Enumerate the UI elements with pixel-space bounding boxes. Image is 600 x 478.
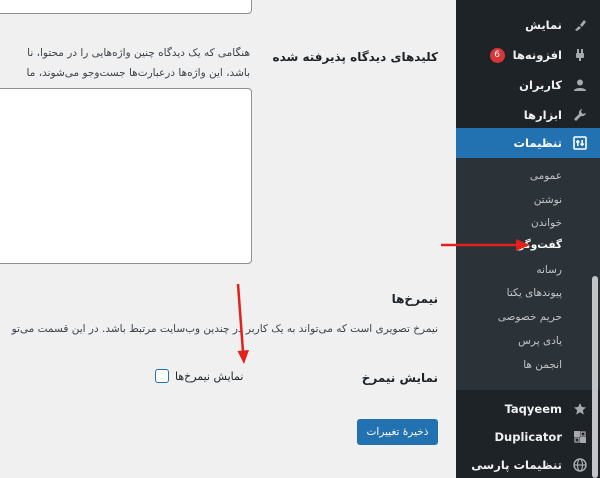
- menu-item-duplicator[interactable]: Duplicator: [456, 422, 600, 452]
- sidebar-scrollbar[interactable]: [592, 276, 598, 478]
- plugins-update-badge: 6: [489, 47, 505, 63]
- globe-icon: [572, 457, 588, 473]
- menu-label: تنظیمات: [513, 136, 563, 150]
- submenu-item-general[interactable]: عمومی: [530, 170, 562, 182]
- menu-item-taqyeem[interactable]: Taqyeem: [456, 394, 600, 424]
- menu-item-persian-settings[interactable]: تنظیمات پارسی: [456, 450, 600, 478]
- brush-icon: [572, 17, 588, 33]
- menu-label: افزونه‌ها: [512, 47, 562, 62]
- users-icon: [572, 77, 588, 93]
- menu-item-users[interactable]: کاربران: [456, 70, 600, 100]
- submenu-item-forums[interactable]: انجمن ها: [523, 359, 562, 371]
- accepted-keys-textarea[interactable]: [0, 88, 252, 264]
- menu-item-tools[interactable]: ابزارها: [456, 100, 600, 130]
- submenu-item-media[interactable]: رسانه: [536, 264, 562, 276]
- accepted-keys-label: کلیدهای دیدگاه پذیرفته شده: [272, 50, 439, 64]
- submenu-item-reading[interactable]: خواندن: [531, 217, 562, 229]
- show-avatars-checkbox-label[interactable]: نمایش نیمرخ‌ها: [175, 370, 243, 383]
- submenu-item-discussion[interactable]: گفت‌وگو: [518, 239, 562, 251]
- avatars-section-title: نیمرخ‌ها: [391, 292, 438, 306]
- settings-icon: [572, 135, 588, 151]
- submenu-item-writing[interactable]: نوشتن: [534, 194, 562, 206]
- submenu-item-privacy[interactable]: حریم خصوصی: [498, 311, 562, 323]
- settings-submenu: عمومی نوشتن خواندن گفت‌وگو رسانه پیوندها…: [456, 158, 600, 390]
- avatars-description: نیمرخ تصویری است که می‌تواند به یک کاربر…: [11, 323, 438, 335]
- accepted-keys-desc-line1: هنگامی که یک دیدگاه چنین واژه‌هایی را در…: [27, 47, 250, 59]
- submenu-item-permalinks[interactable]: پیوندهای یکتا: [507, 287, 562, 299]
- show-avatars-label: نمایش نیمرخ: [361, 371, 438, 385]
- plugin-icon: [572, 47, 588, 63]
- settings-content: کلیدهای دیدگاه پذیرفته شده هنگامی که یک …: [0, 0, 456, 478]
- submenu-item-yadipress[interactable]: یادی پرس: [518, 335, 562, 347]
- admin-sidebar: نمایش افزونه‌ها 6 کاربران ابزارها تنظیما…: [449, 0, 600, 478]
- wrench-icon: [572, 107, 588, 123]
- save-changes-button[interactable]: ذخیرهٔ تغییرات: [357, 419, 438, 445]
- menu-item-plugins[interactable]: افزونه‌ها 6: [456, 40, 600, 70]
- textarea-previous[interactable]: [0, 0, 252, 14]
- menu-label: تنظیمات پارسی: [471, 458, 562, 472]
- accepted-keys-desc-line2: باشد، این واژه‌ها درعبارت‌ها جست‌وجو می‌…: [26, 67, 250, 79]
- menu-label: کاربران: [519, 78, 562, 92]
- star-icon: [572, 401, 588, 417]
- show-avatars-row[interactable]: نمایش نیمرخ‌ها: [155, 369, 243, 383]
- duplicator-icon: [572, 429, 588, 445]
- menu-item-appearance[interactable]: نمایش: [456, 10, 600, 40]
- menu-label: Duplicator: [494, 430, 563, 444]
- menu-label: ابزارها: [523, 108, 562, 122]
- menu-item-settings[interactable]: تنظیمات: [456, 128, 600, 158]
- menu-label: Taqyeem: [504, 402, 562, 416]
- show-avatars-checkbox[interactable]: [155, 369, 169, 383]
- menu-label: نمایش: [525, 18, 562, 32]
